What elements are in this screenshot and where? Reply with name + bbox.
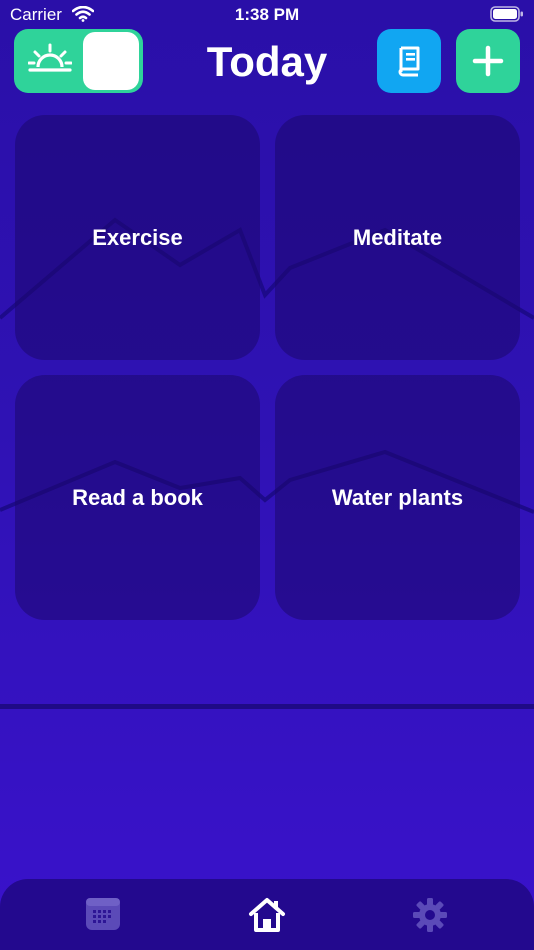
status-bar: Carrier 1:38 PM	[0, 0, 534, 30]
book-icon	[398, 46, 420, 77]
home-icon[interactable]	[248, 897, 286, 933]
calendar-icon[interactable]	[85, 897, 121, 931]
habit-card-exercise[interactable]: Exercise	[15, 115, 260, 360]
habit-card-water-plants[interactable]: Water plants	[275, 375, 520, 620]
divider	[0, 704, 534, 709]
journal-button[interactable]	[377, 29, 441, 93]
habit-label: Meditate	[352, 224, 443, 250]
habit-label: Water plants	[331, 484, 464, 510]
gear-icon[interactable]	[412, 897, 448, 933]
habit-card-meditate[interactable]: Meditate	[275, 115, 520, 360]
plus-icon	[472, 45, 504, 77]
clock: 1:38 PM	[234, 5, 300, 24]
battery-icon	[490, 6, 523, 22]
habit-label: Read a book	[72, 484, 203, 510]
page-title: Today	[206, 38, 328, 85]
habit-label: Exercise	[92, 224, 183, 250]
add-habit-button[interactable]	[456, 29, 520, 93]
tab-bar	[0, 879, 534, 950]
habit-card-read-a-book[interactable]: Read a book	[15, 375, 260, 620]
